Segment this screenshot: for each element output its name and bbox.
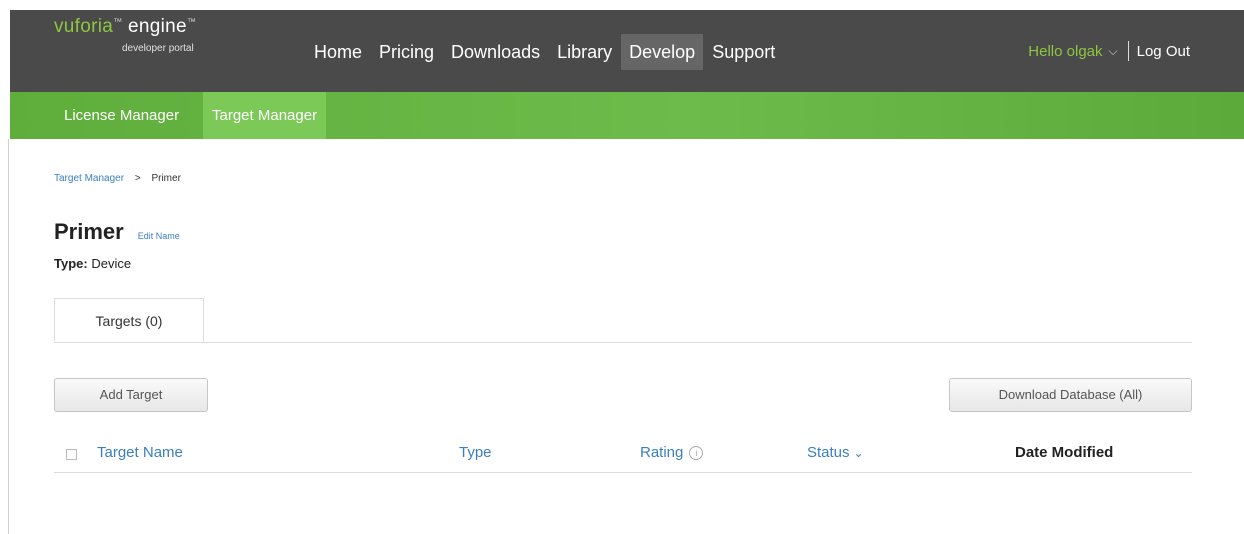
logo-tm-mark: ™: [113, 16, 123, 27]
main-nav: Home Pricing Downloads Library Develop S…: [306, 34, 784, 74]
logo-word-vuforia: vuforia: [54, 16, 114, 37]
breadcrumb-current: Primer: [151, 173, 181, 184]
add-target-button[interactable]: Add Target: [54, 378, 208, 412]
select-all-checkbox[interactable]: [66, 449, 77, 460]
logo-subtitle: developer portal: [122, 43, 194, 54]
targets-table-header: Target Name Type Rating i Status ⌄ Date Mo…: [54, 440, 1192, 473]
nav-home[interactable]: Home: [306, 34, 370, 70]
subnav-license-manager[interactable]: License Manager: [55, 92, 188, 139]
nav-develop[interactable]: Develop: [621, 34, 704, 70]
column-type[interactable]: Type: [459, 444, 492, 461]
chevron-down-icon[interactable]: ⌵: [1109, 44, 1118, 59]
logout-link[interactable]: Log Out: [1137, 43, 1190, 60]
nav-pricing[interactable]: Pricing: [371, 34, 442, 70]
user-area: Hello olgak ⌵ Log Out: [1028, 41, 1190, 61]
column-target-name[interactable]: Target Name: [97, 444, 183, 461]
tab-targets[interactable]: Targets (0): [54, 298, 204, 342]
nav-library[interactable]: Library: [549, 34, 620, 70]
column-rating[interactable]: Rating i: [640, 444, 704, 461]
sub-navigation-bar: License Manager Target Manager: [10, 92, 1244, 139]
subnav-target-manager[interactable]: Target Manager: [203, 92, 327, 139]
column-date-modified[interactable]: Date Modified: [1015, 444, 1113, 461]
user-area-divider: [1127, 41, 1129, 61]
column-rating-label: Rating: [640, 444, 684, 461]
column-status-label: Status: [807, 444, 850, 461]
sort-chevron-down-icon[interactable]: ⌄: [854, 446, 864, 460]
content-left-border: [8, 139, 9, 534]
breadcrumb-target-manager-link[interactable]: Target Manager: [54, 173, 124, 184]
download-database-button[interactable]: Download Database (All): [949, 378, 1192, 412]
nav-support[interactable]: Support: [704, 34, 783, 70]
breadcrumb: Target Manager > Primer: [54, 173, 181, 184]
database-type: Type: Device: [54, 256, 131, 271]
vuforia-engine-logo[interactable]: vuforia™ engine™ developer portal: [54, 16, 196, 54]
page-title-row: Primer Edit Name: [54, 219, 180, 245]
info-icon[interactable]: i: [689, 446, 704, 460]
edit-name-link[interactable]: Edit Name: [138, 231, 180, 241]
nav-downloads[interactable]: Downloads: [443, 34, 548, 70]
page-title: Primer: [54, 219, 124, 244]
tabs-underline: [54, 342, 1192, 343]
logo-word-engine: engine: [128, 16, 187, 37]
breadcrumb-separator: >: [134, 173, 141, 184]
type-value: Device: [91, 256, 132, 271]
column-status[interactable]: Status ⌄: [807, 444, 864, 461]
user-menu-greeting[interactable]: Hello olgak: [1028, 43, 1102, 60]
logo-tm-mark-2: ™: [186, 16, 197, 27]
top-navigation-bar: vuforia™ engine™ developer portal Home P…: [10, 10, 1244, 92]
type-label: Type:: [54, 256, 88, 271]
logo-wordmark: vuforia™ engine™: [54, 16, 196, 38]
